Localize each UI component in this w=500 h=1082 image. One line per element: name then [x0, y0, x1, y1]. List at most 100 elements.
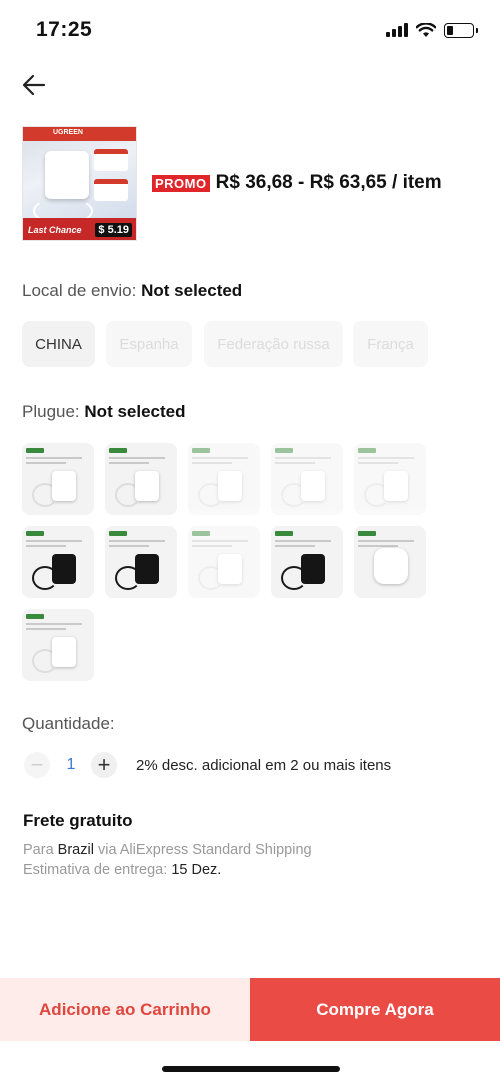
- plug-tag: [275, 448, 293, 453]
- plug-text-line: [275, 462, 315, 464]
- charger-icon: [374, 548, 408, 584]
- arrow-left-icon: [22, 74, 46, 96]
- ship-option-russia: Federação russa: [204, 321, 343, 367]
- thumb-charger: [45, 151, 89, 199]
- plug-option-10[interactable]: [354, 526, 426, 598]
- plug-option-6[interactable]: [22, 526, 94, 598]
- plus-icon: +: [97, 752, 111, 777]
- quantity-value[interactable]: 1: [62, 756, 80, 774]
- buy-now-button[interactable]: Compre Agora: [250, 978, 500, 1041]
- plug-tag: [109, 531, 127, 536]
- shipping-to-prefix: Para: [23, 842, 54, 858]
- charger-icon: [218, 471, 242, 501]
- thumb-caption: Last Chance: [28, 225, 82, 235]
- plug-option-7[interactable]: [105, 526, 177, 598]
- plug-text-line: [275, 457, 331, 459]
- plug-tag: [275, 531, 293, 536]
- plug-option-9[interactable]: [271, 526, 343, 598]
- plug-tag: [26, 531, 44, 536]
- plug-label: Plugue: Not selected: [22, 402, 186, 422]
- ship-from-label: Local de envio: Not selected: [22, 281, 242, 301]
- plug-text-line: [26, 462, 66, 464]
- plug-text-line: [26, 628, 66, 630]
- charger-icon: [301, 554, 325, 584]
- plug-text-line: [109, 457, 165, 459]
- plug-text-line: [109, 545, 149, 547]
- minus-icon: −: [30, 752, 44, 777]
- plug-tag: [26, 614, 44, 619]
- product-image: UGREEN Last Chance $ 5.19: [22, 126, 137, 241]
- plug-tag: [358, 448, 376, 453]
- shipping-title: Frete gratuito: [23, 811, 133, 830]
- ship-option-china[interactable]: CHINA: [22, 321, 95, 367]
- thumb-badge: [94, 179, 128, 201]
- cellular-signal-icon: [386, 23, 408, 37]
- status-icons: [386, 20, 478, 40]
- shipping-estimate: Estimativa de entrega: 15 Dez.: [23, 862, 221, 878]
- ship-option-label: CHINA: [35, 335, 82, 353]
- price-range: R$ 36,68 - R$ 63,65 / item: [215, 172, 442, 193]
- quantity-discount-note: 2% desc. adicional em 2 ou mais itens: [136, 757, 392, 774]
- charger-icon: [52, 471, 76, 501]
- charger-icon: [135, 471, 159, 501]
- wifi-icon: [416, 22, 436, 37]
- thumb-brand: UGREEN: [53, 129, 83, 136]
- plug-tag: [192, 531, 210, 536]
- plug-text-line: [358, 462, 398, 464]
- plug-option-1[interactable]: [22, 443, 94, 515]
- charger-icon: [135, 554, 159, 584]
- plug-text-line: [275, 545, 315, 547]
- battery-level: [447, 25, 453, 35]
- plug-text-line: [358, 457, 414, 459]
- plug-tag: [358, 531, 376, 536]
- plug-text-line: [109, 462, 149, 464]
- status-bar: 17:25: [0, 0, 500, 60]
- thumb-badge: [94, 149, 128, 171]
- plug-option-11[interactable]: [22, 609, 94, 681]
- plug-tag: [192, 448, 210, 453]
- plug-tag: [109, 448, 127, 453]
- ship-option-spain: Espanha: [106, 321, 192, 367]
- shipping-country: Brazil: [57, 842, 94, 858]
- shipping-destination: Para Brazil via AliExpress Standard Ship…: [23, 842, 312, 858]
- ship-option-label: Federação russa: [217, 335, 330, 353]
- quantity-increment-button[interactable]: +: [91, 752, 117, 778]
- add-to-cart-button[interactable]: Adicione ao Carrinho: [0, 978, 250, 1041]
- shipping-estimate-label: Estimativa de entrega:: [23, 862, 168, 878]
- plug-text-line: [358, 545, 398, 547]
- plug-option-5: [354, 443, 426, 515]
- quantity-label: Quantidade:: [22, 714, 115, 733]
- plug-tag: [26, 448, 44, 453]
- charger-icon: [384, 471, 408, 501]
- quantity-decrement-button[interactable]: −: [24, 752, 50, 778]
- plug-text-line: [192, 457, 248, 459]
- plug-text-line: [275, 540, 331, 542]
- home-indicator: [162, 1066, 340, 1072]
- back-button[interactable]: [20, 70, 50, 100]
- battery-icon: [444, 22, 478, 38]
- thumb-price: $ 5.19: [95, 223, 132, 237]
- plug-option-2[interactable]: [105, 443, 177, 515]
- ship-option-label: Espanha: [119, 335, 179, 353]
- ship-from-value: Not selected: [141, 281, 243, 300]
- plug-text-line: [26, 623, 82, 625]
- price-line: PROMO R$ 36,68 - R$ 63,65 / item: [152, 172, 442, 194]
- plug-text-line: [26, 545, 66, 547]
- plug-text-line: [26, 457, 82, 459]
- charger-icon: [301, 471, 325, 501]
- plug-text-line: [109, 540, 165, 542]
- plug-option-8: [188, 526, 260, 598]
- status-time: 17:25: [36, 18, 93, 41]
- charger-icon: [52, 637, 76, 667]
- ship-option-label: França: [367, 335, 414, 353]
- plug-option-4: [271, 443, 343, 515]
- shipping-method: via AliExpress Standard Shipping: [97, 842, 312, 858]
- plug-text-line: [358, 540, 414, 542]
- plug-option-3: [188, 443, 260, 515]
- shipping-estimate-value: 15 Dez.: [171, 862, 222, 878]
- plug-text-line: [192, 540, 248, 542]
- plug-text-line: [192, 462, 232, 464]
- promo-badge: PROMO: [152, 174, 210, 192]
- plug-value: Not selected: [84, 402, 186, 421]
- ship-option-france: França: [353, 321, 428, 367]
